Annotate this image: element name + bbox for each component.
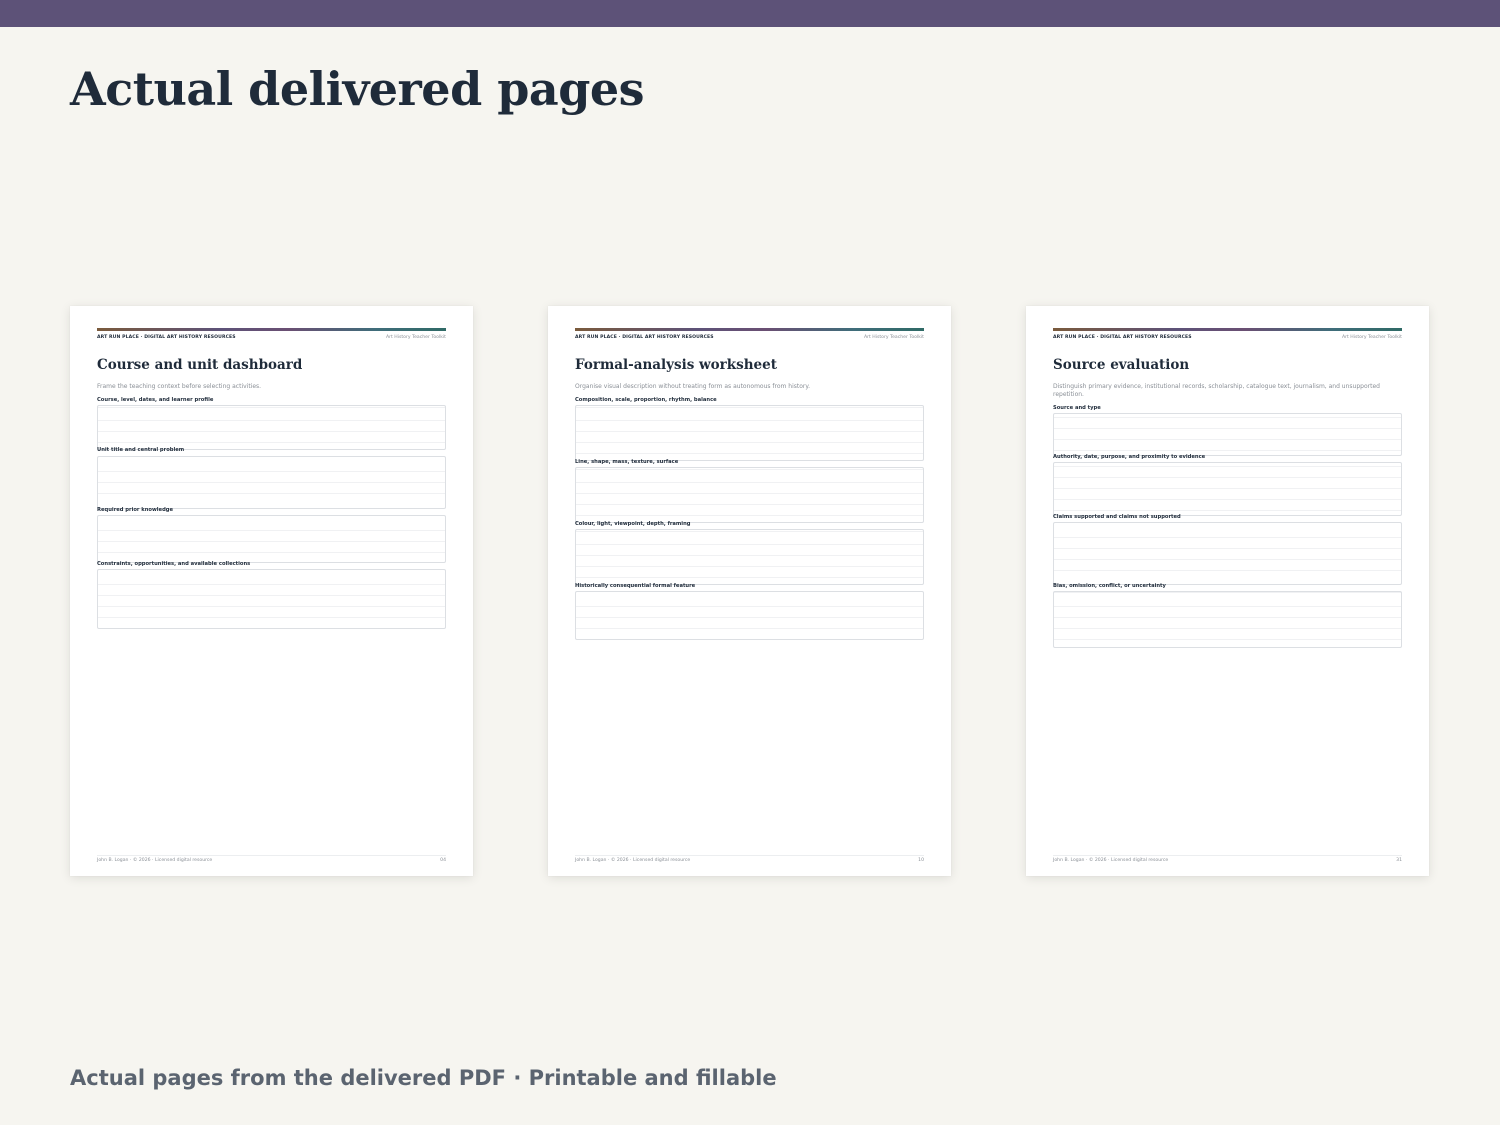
field-label: Authority, date, purpose, and proximity … [1053,454,1206,460]
field-label: Composition, scale, proportion, rhythm, … [575,397,717,403]
field-label: Course, level, dates, and learner profil… [97,397,214,403]
field-label: Unit title and central problem [97,447,185,453]
worksheet-description: Organise visual description without trea… [575,383,810,390]
fillable-field-formal-feature[interactable] [575,591,924,640]
header-color-rule [575,328,924,331]
page-content: ART RUN PLACE · DIGITAL ART HISTORY RESO… [97,328,446,868]
worksheet-title: Formal-analysis worksheet [575,357,777,373]
top-accent-bar [0,0,1500,27]
field-label: Required prior knowledge [97,507,174,513]
fillable-field-prior-knowledge[interactable] [97,515,446,563]
footer-copyright: John B. Logan · © 2026 · Licensed digita… [575,858,691,863]
footer-copyright: John B. Logan · © 2026 · Licensed digita… [1053,858,1169,863]
worksheet-title: Source evaluation [1053,357,1190,373]
fillable-field-line-shape[interactable] [575,467,924,523]
field-label: Constraints, opportunities, and availabl… [97,561,251,567]
page-content: ART RUN PLACE · DIGITAL ART HISTORY RESO… [1053,328,1402,868]
fillable-field-bias[interactable] [1053,591,1402,648]
brand-label: ART RUN PLACE · DIGITAL ART HISTORY RESO… [575,335,714,340]
worksheet-description: Frame the teaching context before select… [97,383,262,390]
footer-divider [97,855,446,856]
fillable-field-colour-light[interactable] [575,529,924,585]
footer-divider [575,855,924,856]
fillable-field-unit-title[interactable] [97,456,446,509]
field-label: Historically consequential formal featur… [575,583,696,589]
fillable-field-course[interactable] [97,405,446,450]
toolkit-label: Art History Teacher Toolkit [863,335,924,340]
field-label: Source and type [1053,405,1101,411]
header-color-rule [1053,328,1402,331]
brand-label: ART RUN PLACE · DIGITAL ART HISTORY RESO… [97,335,236,340]
toolkit-label: Art History Teacher Toolkit [1341,335,1402,340]
fillable-field-authority[interactable] [1053,462,1402,516]
footer-copyright: John B. Logan · © 2026 · Licensed digita… [97,858,213,863]
field-label: Colour, light, viewpoint, depth, framing [575,521,691,527]
toolkit-label: Art History Teacher Toolkit [385,335,446,340]
field-label: Line, shape, mass, texture, surface [575,459,679,465]
footer-divider [1053,855,1402,856]
fillable-field-composition[interactable] [575,405,924,461]
brand-label: ART RUN PLACE · DIGITAL ART HISTORY RESO… [1053,335,1192,340]
fillable-field-constraints[interactable] [97,569,446,629]
page-content: ART RUN PLACE · DIGITAL ART HISTORY RESO… [575,328,924,868]
fillable-field-source-type[interactable] [1053,413,1402,456]
worksheet-title: Course and unit dashboard [97,357,303,373]
page-number: 04 [440,858,446,863]
document-page-2: ART RUN PLACE · DIGITAL ART HISTORY RESO… [548,306,951,876]
document-page-3: ART RUN PLACE · DIGITAL ART HISTORY RESO… [1026,306,1429,876]
field-label: Bias, omission, conflict, or uncertainty [1053,583,1166,589]
page-number: 31 [1396,858,1402,863]
fillable-field-claims[interactable] [1053,522,1402,585]
document-page-1: ART RUN PLACE · DIGITAL ART HISTORY RESO… [70,306,473,876]
header-color-rule [97,328,446,331]
page-number: 10 [918,858,924,863]
bottom-caption: Actual pages from the delivered PDF · Pr… [70,1066,777,1090]
page-heading: Actual delivered pages [70,62,645,116]
field-label: Claims supported and claims not supporte… [1053,514,1181,520]
worksheet-description: Distinguish primary evidence, institutio… [1053,383,1380,398]
